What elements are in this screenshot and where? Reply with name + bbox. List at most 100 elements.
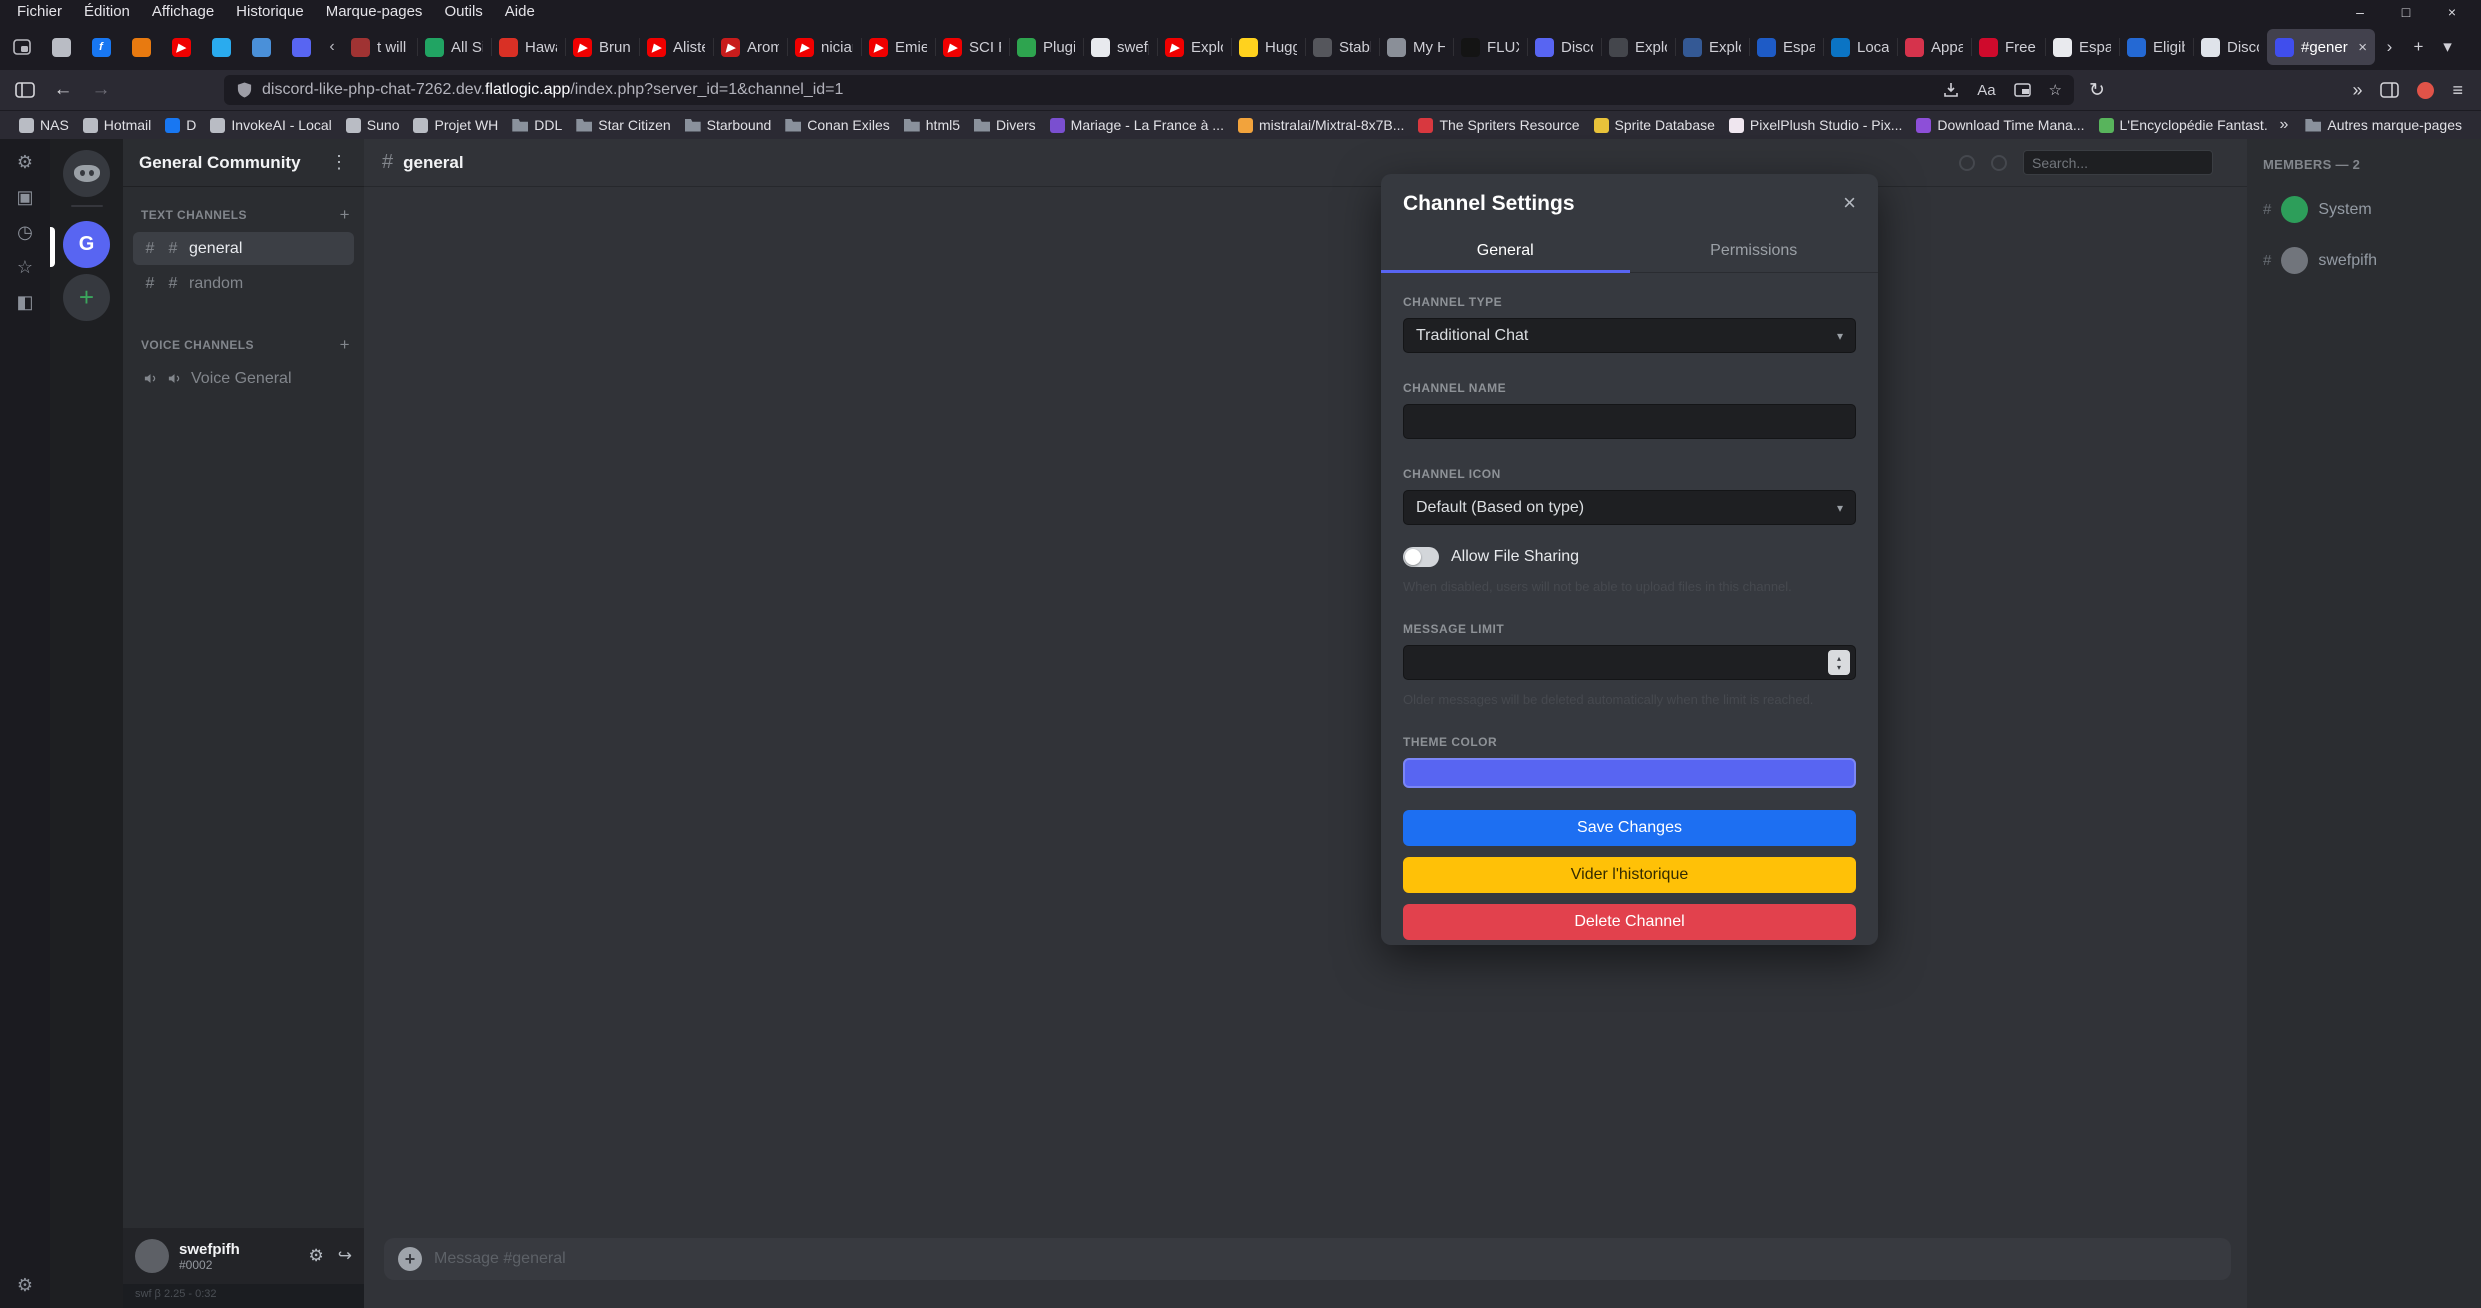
bookmark-item[interactable]: Mariage - La France à ... bbox=[1043, 117, 1231, 133]
member-row[interactable]: # swefpifh bbox=[2263, 247, 2465, 274]
browser-tab[interactable]: Free bbox=[1971, 29, 2045, 65]
extensions-overflow-icon[interactable]: » bbox=[2352, 80, 2362, 101]
browser-tab[interactable]: ▶ Bruni bbox=[565, 29, 639, 65]
profile-avatar-icon[interactable] bbox=[2417, 82, 2434, 99]
pinned-tab[interactable] bbox=[121, 29, 161, 65]
bookmark-item[interactable]: L'Encyclopédie Fantast... bbox=[2092, 117, 2270, 133]
url-bar[interactable]: discord-like-php-chat-7262.dev.flatlogic… bbox=[224, 75, 2074, 105]
members-toggle-icon[interactable] bbox=[1991, 155, 2007, 171]
browser-tab[interactable]: Stable bbox=[1305, 29, 1379, 65]
voice-channel-item[interactable]: Voice General bbox=[133, 362, 354, 395]
bookmark-item[interactable]: InvokeAI - Local bbox=[203, 117, 338, 133]
menu-item[interactable]: Aide bbox=[494, 0, 546, 24]
browser-tab[interactable]: t will bbox=[343, 29, 417, 65]
browser-tab[interactable]: Locat bbox=[1823, 29, 1897, 65]
delete-channel-button[interactable]: Delete Channel bbox=[1403, 904, 1856, 940]
message-input[interactable] bbox=[434, 1250, 2217, 1268]
menu-item[interactable]: Fichier bbox=[6, 0, 73, 24]
save-page-icon[interactable] bbox=[1943, 82, 1959, 98]
menu-item[interactable]: Historique bbox=[225, 0, 315, 24]
bookmark-item[interactable]: Projet WH bbox=[406, 117, 505, 133]
pinned-tab[interactable] bbox=[241, 29, 281, 65]
channel-name-input[interactable] bbox=[1403, 404, 1856, 439]
new-tab-button[interactable]: + bbox=[2404, 37, 2433, 57]
sidebar-tool-icon[interactable]: ⚙ bbox=[17, 153, 33, 171]
sidebar-settings-icon[interactable]: ⚙ bbox=[17, 1276, 33, 1294]
sidebar-tool-icon[interactable]: ◷ bbox=[17, 223, 33, 241]
scroll-tabs-right-icon[interactable]: › bbox=[2375, 37, 2404, 57]
sidebar-tool-icon[interactable]: ◧ bbox=[16, 293, 33, 311]
minimize-button[interactable]: – bbox=[2337, 0, 2383, 24]
back-button[interactable]: ← bbox=[48, 79, 78, 101]
picture-in-picture-icon[interactable] bbox=[2014, 83, 2031, 97]
bookmark-star-icon[interactable]: ☆ bbox=[2049, 81, 2062, 99]
bookmark-item[interactable]: html5 bbox=[897, 117, 967, 133]
browser-tab[interactable]: Hawa bbox=[491, 29, 565, 65]
sidebar-tool-icon[interactable]: ▣ bbox=[16, 188, 33, 206]
bookmark-item[interactable]: Divers bbox=[967, 117, 1043, 133]
sidebar-tool-icon[interactable]: ☆ bbox=[17, 258, 33, 276]
browser-tab[interactable]: Espace ab bbox=[2045, 29, 2119, 65]
browser-tab[interactable]: Disco bbox=[2193, 29, 2267, 65]
tab-permissions[interactable]: Permissions bbox=[1630, 232, 1879, 272]
sidebar-toggle-icon[interactable] bbox=[10, 81, 40, 99]
browser-tab[interactable]: Eligib bbox=[2119, 29, 2193, 65]
browser-tab[interactable]: Disco bbox=[1527, 29, 1601, 65]
menu-item[interactable]: Marque-pages bbox=[315, 0, 434, 24]
maximize-button[interactable]: □ bbox=[2383, 0, 2429, 24]
tab-general[interactable]: General bbox=[1381, 232, 1630, 272]
channel-icon-select[interactable]: Default (Based on type) ▾ bbox=[1403, 490, 1856, 525]
attach-file-icon[interactable]: + bbox=[398, 1247, 422, 1271]
bookmark-item[interactable]: Suno bbox=[339, 117, 407, 133]
add-server-button[interactable]: + bbox=[63, 274, 110, 321]
scroll-tabs-left-icon[interactable]: ‹ bbox=[321, 38, 343, 56]
logout-icon[interactable]: ↪ bbox=[338, 1246, 352, 1266]
bookmark-item[interactable]: Hotmail bbox=[76, 117, 158, 133]
theme-color-picker[interactable] bbox=[1403, 758, 1856, 788]
bookmark-item[interactable]: NAS bbox=[12, 117, 76, 133]
list-all-tabs-icon[interactable]: ▾ bbox=[2433, 37, 2462, 57]
browser-tab[interactable]: Explo bbox=[1675, 29, 1749, 65]
bookmark-item[interactable]: Sprite Database bbox=[1587, 117, 1722, 133]
add-text-channel-icon[interactable]: + bbox=[340, 205, 350, 225]
number-spinner[interactable]: ▴▾ bbox=[1828, 650, 1850, 675]
bookmark-item[interactable]: mistralai/Mixtral-8x7B... bbox=[1231, 117, 1411, 133]
other-bookmarks-folder[interactable]: Autres marque-pages bbox=[2298, 117, 2469, 133]
browser-tab[interactable]: Appar bbox=[1897, 29, 1971, 65]
browser-tab[interactable]: ▶ Alister bbox=[639, 29, 713, 65]
bookmarks-overflow-icon[interactable]: » bbox=[2269, 116, 2298, 134]
browser-tab[interactable]: swefp bbox=[1083, 29, 1157, 65]
pinned-tab[interactable] bbox=[201, 29, 241, 65]
browser-tab[interactable]: My H bbox=[1379, 29, 1453, 65]
browser-tab[interactable]: Explo bbox=[1601, 29, 1675, 65]
bookmark-item[interactable]: Download Time Mana... bbox=[1909, 117, 2091, 133]
channel-type-select[interactable]: Traditional Chat ▾ bbox=[1403, 318, 1856, 353]
menu-item[interactable]: Édition bbox=[73, 0, 141, 24]
bookmark-item[interactable]: Starbound bbox=[678, 117, 779, 133]
forward-button[interactable]: → bbox=[86, 79, 116, 101]
browser-tab[interactable]: ▶ SCI R bbox=[935, 29, 1009, 65]
server-menu-icon[interactable]: ⋮ bbox=[330, 152, 348, 173]
bookmark-item[interactable]: DDL bbox=[505, 117, 569, 133]
clear-history-button[interactable]: Vider l'historique bbox=[1403, 857, 1856, 893]
pinned-tab[interactable]: ▶ bbox=[161, 29, 201, 65]
shield-icon[interactable] bbox=[236, 81, 253, 99]
server-icon-general-community[interactable]: G bbox=[63, 221, 110, 268]
message-limit-field[interactable]: ▴▾ bbox=[1403, 645, 1856, 680]
member-row[interactable]: # System bbox=[2263, 196, 2465, 223]
browser-tab[interactable]: Plugin bbox=[1009, 29, 1083, 65]
server-header[interactable]: General Community ⋮ bbox=[123, 139, 364, 187]
file-sharing-toggle[interactable] bbox=[1403, 547, 1439, 567]
discord-home-button[interactable] bbox=[63, 150, 110, 197]
bookmark-item[interactable]: PixelPlush Studio - Pix... bbox=[1722, 117, 1910, 133]
browser-tab[interactable]: All Si bbox=[417, 29, 491, 65]
tab-close-icon[interactable]: × bbox=[2358, 39, 2367, 56]
translate-icon[interactable]: Aa bbox=[1977, 82, 1995, 99]
firefox-view-icon[interactable] bbox=[12, 37, 32, 57]
sidebars-icon[interactable] bbox=[2380, 82, 2399, 98]
menu-item[interactable]: Affichage bbox=[141, 0, 225, 24]
refresh-icon[interactable]: ↻ bbox=[2082, 79, 2112, 102]
browser-tab[interactable]: Hugg bbox=[1231, 29, 1305, 65]
text-channel-item[interactable]: # # random bbox=[133, 267, 354, 300]
active-tab[interactable]: #gener × bbox=[2267, 29, 2375, 65]
